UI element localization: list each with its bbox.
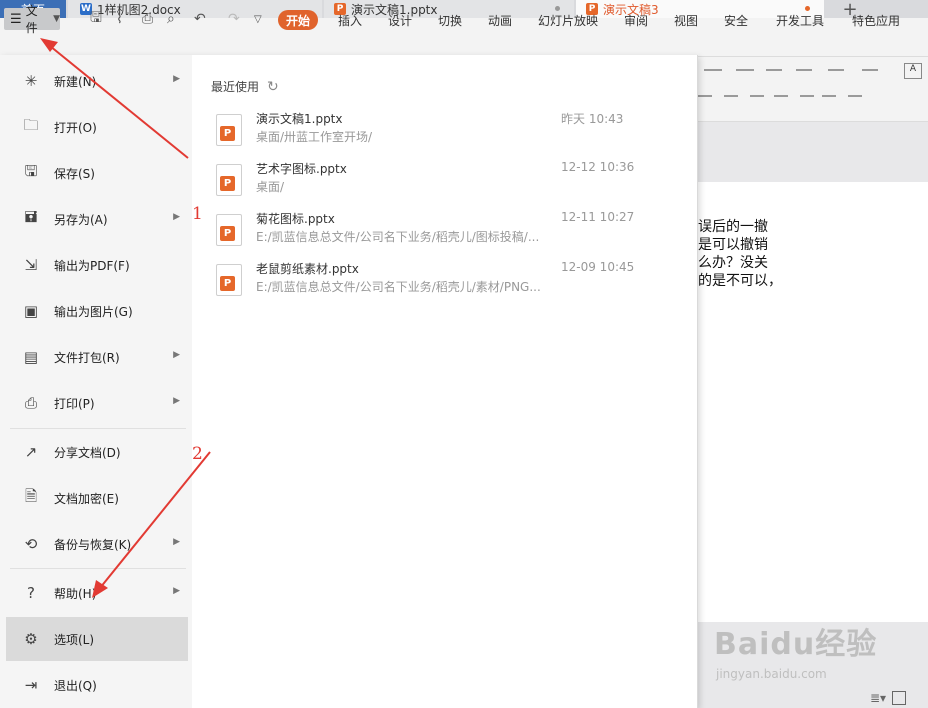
annotation-arrows — [40, 38, 211, 598]
watermark-main: Baidu经验 — [714, 627, 878, 662]
status-bar: ≣▾ — [870, 688, 928, 708]
notes-icon[interactable]: ≣▾ — [870, 691, 886, 705]
normal-view-icon[interactable] — [892, 691, 907, 705]
baidu-watermark: Baidu经验 jingyan.baidu.com — [710, 605, 910, 695]
watermark-sub: jingyan.baidu.com — [716, 667, 827, 681]
arrow-2 — [92, 451, 211, 598]
annotation-number-1: 1 — [192, 204, 203, 224]
arrow-1 — [40, 38, 189, 159]
annotation-number-2: 2 — [192, 444, 203, 464]
